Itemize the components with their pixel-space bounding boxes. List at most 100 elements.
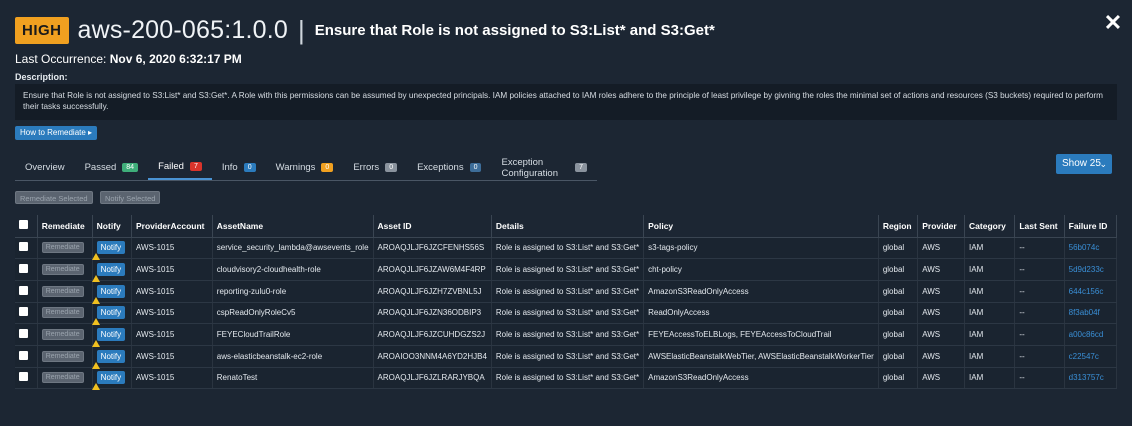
region-cell: global xyxy=(878,323,919,346)
asset-name-cell: reporting-zulu0-role xyxy=(212,280,374,303)
remediate-cell: Remediate xyxy=(37,323,93,346)
failure-id-cell[interactable]: c22547c xyxy=(1064,345,1118,368)
tab-exceptions[interactable]: Exceptions 0 xyxy=(407,155,491,180)
row-checkbox[interactable] xyxy=(19,264,28,274)
notify-cell: Notify xyxy=(91,258,132,283)
description-text: Ensure that Role is not assigned to S3:L… xyxy=(15,84,1117,120)
tab-failed[interactable]: Failed 7 xyxy=(148,155,212,180)
notify-button[interactable]: Notify xyxy=(91,349,126,369)
notify-button[interactable]: Notify xyxy=(91,241,126,261)
failure-id-cell[interactable]: a00c86cd xyxy=(1064,323,1118,346)
details-cell: Role is assigned to S3:List* and S3:Get* xyxy=(491,323,645,346)
asset-id-cell: AROAQJLJF6JZH7ZVBNL5J xyxy=(373,280,492,303)
rule-id: aws-200-065:1.0.0 xyxy=(77,15,288,44)
remediate-button[interactable]: Remediate xyxy=(41,307,84,319)
provider-account-cell: AWS-1015 xyxy=(131,258,213,281)
details-cell: Role is assigned to S3:List* and S3:Get* xyxy=(491,280,645,303)
remediate-button[interactable]: Remediate xyxy=(41,329,84,341)
tab-warnings[interactable]: Warnings 0 xyxy=(266,155,344,180)
row-checkbox[interactable] xyxy=(19,307,28,317)
notify-label: Notify xyxy=(100,351,122,361)
notify-button[interactable]: Notify xyxy=(91,306,126,326)
how-to-remediate-button[interactable]: How to Remediate ▸ xyxy=(15,126,98,140)
warning-icon xyxy=(91,275,100,283)
select-all-checkbox-cell[interactable] xyxy=(15,215,38,238)
notify-button[interactable]: Notify xyxy=(91,371,126,391)
row-checkbox[interactable] xyxy=(19,242,28,252)
details-cell: Role is assigned to S3:List* and S3:Get* xyxy=(491,258,645,281)
notify-cell: Notify xyxy=(91,345,132,369)
notify-cell: Notify xyxy=(91,280,132,304)
chevron-down-icon: ⌄ xyxy=(1099,159,1107,169)
notify-label: Notify xyxy=(100,286,122,296)
details-cell: Role is assigned to S3:List* and S3:Get* xyxy=(491,345,645,368)
remediate-button[interactable]: Remediate xyxy=(41,350,84,362)
tab-label: Exception Configuration xyxy=(501,156,558,179)
notify-cell: Notify xyxy=(91,367,132,391)
region-cell: global xyxy=(878,302,919,325)
row-checkbox[interactable] xyxy=(19,285,28,295)
column-header: Provider xyxy=(917,215,966,238)
close-icon[interactable]: ✕ xyxy=(1102,12,1124,34)
remediate-button[interactable]: Remediate xyxy=(41,264,84,276)
notify-selected-button[interactable]: Notify Selected xyxy=(100,191,161,204)
policy-cell: FEYEAccessToELBLogs, FEYEAccessToCloudTr… xyxy=(643,323,879,346)
tab-exception-configuration[interactable]: Exception Configuration 7 xyxy=(491,155,597,180)
table-row: Remediate Notify AWS-1015 cspReadOnlyRoleCv… xyxy=(15,302,1118,326)
failure-id-cell[interactable]: 56b074c xyxy=(1064,237,1118,260)
notify-label: Notify xyxy=(100,330,122,340)
tab-passed[interactable]: Passed 84 xyxy=(75,155,148,180)
table-header-row: Remediate Notify ProviderAccount AssetName A… xyxy=(15,215,1118,238)
category-cell: IAM xyxy=(964,367,1016,390)
remediate-button[interactable]: Remediate xyxy=(41,372,84,384)
provider-account-cell: AWS-1015 xyxy=(131,345,213,368)
details-cell: Role is assigned to S3:List* and S3:Get* xyxy=(491,367,645,390)
title-separator: | xyxy=(297,14,305,45)
last-sent-cell: -- xyxy=(1014,323,1065,346)
row-checkbox[interactable] xyxy=(19,350,28,360)
notify-cell: Notify xyxy=(91,302,132,326)
provider-cell: AWS xyxy=(917,258,966,281)
row-checkbox[interactable] xyxy=(19,372,28,382)
row-checkbox[interactable] xyxy=(19,329,28,339)
table-row: Remediate Notify AWS-1015 reporting-zulu0-r… xyxy=(15,280,1118,304)
provider-account-cell: AWS-1015 xyxy=(131,280,213,303)
remediate-selected-button[interactable]: Remediate Selected xyxy=(15,191,93,204)
asset-name-cell: aws-elasticbeanstalk-ec2-role xyxy=(212,345,374,368)
failure-id-cell[interactable]: 644c156c xyxy=(1064,280,1118,303)
category-cell: IAM xyxy=(964,323,1016,346)
tab-errors[interactable]: Errors 0 xyxy=(343,155,407,180)
notify-button[interactable]: Notify xyxy=(91,284,126,304)
table-row: Remediate Notify AWS-1015 service_security_… xyxy=(15,237,1118,261)
last-occurrence-label: Last Occurrence: xyxy=(15,52,107,66)
failure-id-cell[interactable]: 8f3ab04f xyxy=(1064,302,1118,325)
failure-id-cell[interactable]: 5d9d233c xyxy=(1064,258,1118,281)
failure-id-cell[interactable]: d313757c xyxy=(1064,367,1118,390)
notify-button[interactable]: Notify xyxy=(91,328,126,348)
table-row: Remediate Notify AWS-1015 RenatoTest AROAQJL… xyxy=(15,367,1118,391)
remediate-cell: Remediate xyxy=(37,345,93,368)
provider-account-cell: AWS-1015 xyxy=(131,323,213,346)
tab-info[interactable]: Info 0 xyxy=(212,155,266,180)
notify-button[interactable]: Notify xyxy=(91,263,126,283)
table-row: Remediate Notify AWS-1015 FEYECloudTrailRol… xyxy=(15,323,1118,348)
warning-icon xyxy=(91,361,100,369)
row-checkbox-cell xyxy=(15,258,38,281)
last-sent-cell: -- xyxy=(1014,367,1065,390)
tab-label: Overview xyxy=(25,162,65,173)
column-header: ProviderAccount xyxy=(131,215,213,238)
remediate-button[interactable]: Remediate xyxy=(41,242,84,254)
asset-id-cell: AROAIOO3NNM4A6YD2HJB4 xyxy=(373,345,492,368)
column-header: Category xyxy=(964,215,1016,238)
tab-label: Warnings xyxy=(275,162,316,173)
policy-cell: AmazonS3ReadOnlyAccess xyxy=(643,280,879,303)
asset-name-cell: FEYECloudTrailRole xyxy=(212,323,374,346)
tab-overview[interactable]: Overview xyxy=(15,155,75,180)
tab-count-badge: 0 xyxy=(469,163,482,172)
asset-id-cell: AROAQJLJF6JZCUHDGZS2J xyxy=(373,323,492,346)
category-cell: IAM xyxy=(964,345,1016,368)
remediate-button[interactable]: Remediate xyxy=(41,285,84,297)
page-size-select[interactable]: Show 25 ⌄ xyxy=(1056,154,1112,174)
select-all-checkbox[interactable] xyxy=(19,220,28,230)
warning-icon xyxy=(91,340,100,348)
